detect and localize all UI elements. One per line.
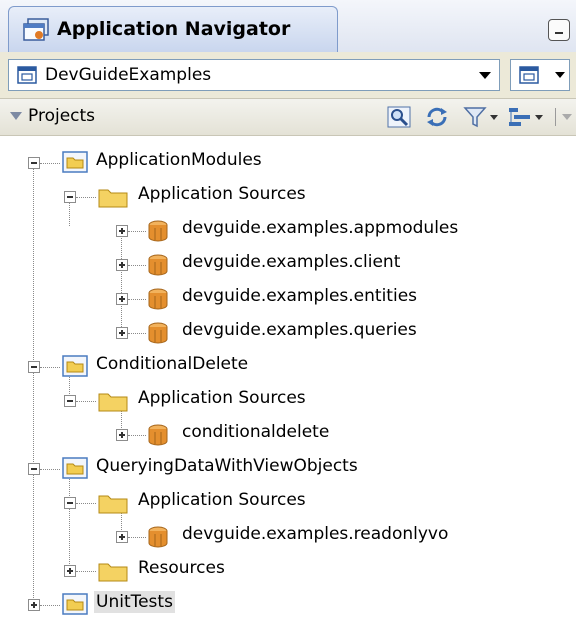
filter-icon[interactable] [462, 105, 500, 129]
expand-toggle[interactable] [116, 293, 128, 305]
tree-node-label: devguide.examples.client [182, 252, 401, 272]
project-tree: ApplicationModules Application Sources d… [0, 136, 576, 636]
tree-node-folder[interactable]: Application Sources [0, 386, 576, 420]
package-icon [148, 526, 168, 548]
find-icon[interactable] [386, 105, 414, 129]
tree-node-label: ConditionalDelete [96, 354, 249, 374]
expand-toggle[interactable] [64, 565, 76, 577]
folder-icon [98, 563, 128, 582]
workspace-select[interactable]: DevGuideExamples [8, 59, 500, 91]
tree-node-folder[interactable]: Resources [0, 556, 576, 590]
tree-node-package[interactable]: devguide.examples.entities [0, 284, 576, 318]
project-folder-icon [62, 151, 88, 173]
tree-node-project[interactable]: QueryingDataWithViewObjects [0, 454, 576, 488]
projects-header: Projects [0, 98, 576, 136]
package-icon [148, 288, 168, 310]
tree-node-folder[interactable]: Application Sources [0, 488, 576, 522]
application-navigator-tab[interactable]: Application Navigator [8, 6, 338, 52]
expand-toggle[interactable] [116, 225, 128, 237]
tree-node-package[interactable]: devguide.examples.appmodules [0, 216, 576, 250]
workspace-selector-row: DevGuideExamples [0, 52, 576, 98]
tree-node-folder[interactable]: Application Sources [0, 182, 576, 216]
sort-icon[interactable] [506, 105, 546, 129]
application-icon [519, 66, 539, 84]
collapse-triangle-icon[interactable] [10, 112, 22, 120]
tree-node-label: devguide.examples.queries [182, 320, 417, 340]
collapse-toggle[interactable] [28, 157, 40, 169]
panel-tab-strip: Application Navigator [0, 0, 576, 53]
project-folder-icon [62, 457, 88, 479]
tree-node-label: Application Sources [138, 388, 306, 408]
tree-node-label: devguide.examples.readonlyvo [182, 524, 449, 544]
panel-title: Application Navigator [57, 18, 291, 40]
tree-node-label: devguide.examples.entities [182, 286, 418, 306]
workspace-menu-button[interactable] [510, 59, 570, 91]
tree-node-label: Application Sources [138, 490, 306, 510]
collapse-toggle[interactable] [64, 497, 76, 509]
minimize-button[interactable] [548, 19, 570, 41]
expand-toggle[interactable] [116, 327, 128, 339]
expand-toggle[interactable] [116, 429, 128, 441]
project-folder-icon [62, 355, 88, 377]
projects-label: Projects [28, 106, 96, 126]
application-navigator-icon [23, 18, 49, 41]
collapse-toggle[interactable] [28, 361, 40, 373]
tree-node-label: Resources [138, 558, 225, 578]
folder-icon [98, 393, 128, 412]
tree-node-label: QueryingDataWithViewObjects [96, 456, 358, 476]
chevron-down-icon[interactable] [562, 114, 572, 120]
toolbar-separator [555, 108, 556, 126]
collapse-toggle[interactable] [64, 395, 76, 407]
chevron-down-icon [479, 72, 491, 79]
workspace-name: DevGuideExamples [45, 65, 212, 85]
tree-node-label: devguide.examples.appmodules [182, 218, 459, 238]
expand-toggle[interactable] [28, 599, 40, 611]
tree-node-label: conditionaldelete [182, 422, 330, 442]
package-icon [148, 322, 168, 344]
tree-node-package[interactable]: devguide.examples.readonlyvo [0, 522, 576, 556]
chevron-down-icon [555, 72, 565, 78]
package-icon [148, 254, 168, 276]
collapse-toggle[interactable] [28, 463, 40, 475]
package-icon [148, 220, 168, 242]
tree-node-package[interactable]: conditionaldelete [0, 420, 576, 454]
tree-node-label: ApplicationModules [96, 150, 262, 170]
collapse-toggle[interactable] [64, 191, 76, 203]
project-folder-icon [62, 593, 88, 615]
tree-node-package[interactable]: devguide.examples.queries [0, 318, 576, 352]
package-icon [148, 424, 168, 446]
tree-node-label: Application Sources [138, 184, 306, 204]
folder-icon [98, 189, 128, 208]
expand-toggle[interactable] [116, 259, 128, 271]
folder-icon [98, 495, 128, 514]
tree-node-project[interactable]: ConditionalDelete [0, 352, 576, 386]
tree-node-package[interactable]: devguide.examples.client [0, 250, 576, 284]
tree-node-project[interactable]: ApplicationModules [0, 148, 576, 182]
sync-icon[interactable] [424, 105, 450, 129]
tree-node-project[interactable]: UnitTests [0, 590, 576, 624]
expand-toggle[interactable] [116, 531, 128, 543]
tree-node-label-selected: UnitTests [94, 591, 175, 613]
application-icon [17, 66, 37, 84]
